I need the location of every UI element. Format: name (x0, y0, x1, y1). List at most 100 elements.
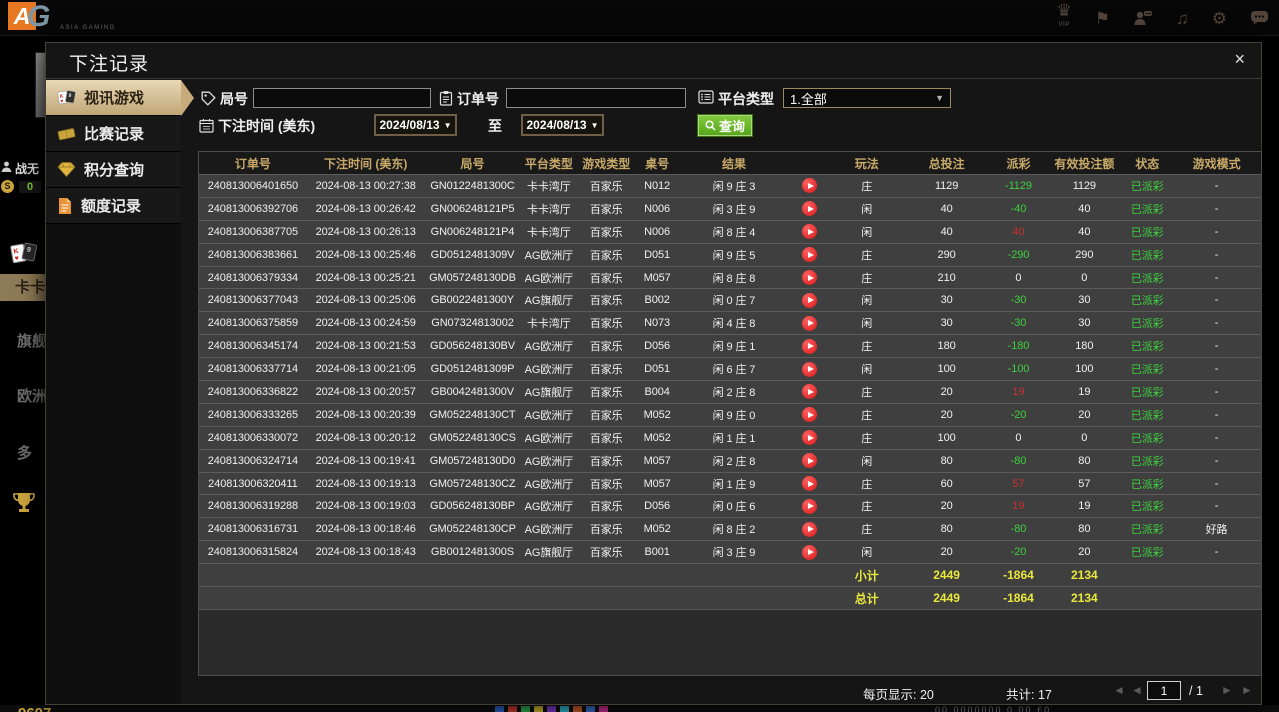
cell-game: 百家乐 (577, 267, 635, 289)
date-to-picker[interactable]: 2024/08/13 ▼ (521, 114, 604, 136)
replay-play-icon[interactable] (802, 270, 817, 285)
search-button[interactable]: 查询 (697, 114, 753, 137)
replay-play-icon[interactable] (802, 178, 817, 193)
cell-table_no: B004 (635, 381, 679, 403)
cell-result: 闲 6 庄 7 (679, 358, 789, 380)
cell-status: 已派彩 (1122, 518, 1172, 540)
cell-table_no: D051 (635, 358, 679, 380)
cell-result: 闲 9 庄 3 (679, 175, 789, 197)
replay-play-icon[interactable] (802, 545, 817, 560)
cell-total_bet: 290 (903, 244, 991, 266)
cell-mode: - (1172, 244, 1261, 266)
sidebar-item-quota-records[interactable]: 额度记录 (46, 188, 181, 224)
subtotal-label: 小计 (831, 564, 903, 586)
replay-play-icon[interactable] (802, 407, 817, 422)
replay-play-icon[interactable] (802, 339, 817, 354)
replay-play-icon[interactable] (802, 247, 817, 262)
prev-page-icon[interactable]: ◄ (1131, 683, 1143, 697)
gear-icon[interactable]: ⚙ (1212, 11, 1227, 26)
sidebar-item-label: 积分查询 (84, 159, 144, 180)
cell-mode: - (1172, 450, 1261, 472)
support-icon[interactable] (1133, 10, 1153, 26)
vip-crown-icon[interactable]: ♛VIP (1057, 3, 1072, 33)
table-row: 2408130063167312024-08-13 00:18:46GM0522… (199, 517, 1261, 540)
replay-play-icon[interactable] (802, 430, 817, 445)
replay-play-icon[interactable] (802, 499, 817, 514)
first-page-icon[interactable]: ◄ (1113, 683, 1125, 697)
replay-play-icon[interactable] (802, 316, 817, 331)
last-page-icon[interactable]: ► (1241, 683, 1253, 697)
logo-letter-g: G (27, 0, 50, 33)
cell-round: GB0022481300Y (425, 289, 521, 311)
table-row: 2408130063158242024-08-13 00:18:43GB0012… (199, 540, 1261, 563)
cell-result: 闲 3 庄 9 (679, 541, 789, 563)
cell-payout: 0 (991, 427, 1047, 449)
cell-time: 2024-08-13 00:25:21 (307, 267, 425, 289)
close-icon[interactable]: × (1234, 50, 1245, 68)
cell-payout: 19 (991, 381, 1047, 403)
cell-result: 闲 8 庄 4 (679, 221, 789, 243)
replay-play-icon[interactable] (802, 224, 817, 239)
cell-platform: AG欧洲厅 (520, 358, 577, 380)
replay-play-icon[interactable] (802, 201, 817, 216)
sidebar-item-label: 视讯游戏 (84, 87, 144, 108)
cell-valid_bet: 80 (1046, 518, 1122, 540)
cell-total_bet: 40 (903, 221, 991, 243)
cell-valid_bet: 1129 (1046, 175, 1122, 197)
cell-bet_type: 庄 (831, 473, 903, 495)
column-header: 派彩 (991, 152, 1047, 174)
table-row: 2408130063793342024-08-13 00:25:21GM0572… (199, 266, 1261, 289)
replay-play-icon[interactable] (802, 362, 817, 377)
cell-platform: AG欧洲厅 (520, 267, 577, 289)
flag-icon[interactable]: ⚑ (1095, 11, 1110, 26)
cell-payout: -30 (991, 312, 1047, 334)
music-icon[interactable]: ♫ (1176, 11, 1189, 26)
cell-result: 闲 1 庄 9 (679, 473, 789, 495)
sidebar-item-video-games[interactable]: K♥9 视讯游戏 (46, 80, 181, 116)
column-header: 平台类型 (520, 152, 577, 174)
sidebar-item-points-query[interactable]: 积分查询 (46, 152, 181, 188)
column-header: 订单号 (199, 152, 307, 174)
cell-valid_bet: 57 (1046, 473, 1122, 495)
cell-replay (789, 312, 831, 334)
date-from-picker[interactable]: 2024/08/13 ▼ (374, 114, 457, 136)
cell-round: GN07324813002 (425, 312, 521, 334)
lobby-menu-item-active: 卡卡 (0, 274, 45, 301)
cell-bet_type: 庄 (831, 381, 903, 403)
cell-mode: - (1172, 335, 1261, 357)
cell-round: GN006248121P4 (425, 221, 521, 243)
order-number-input[interactable] (506, 88, 686, 108)
ag-logo: AG ASIA GAMING (8, 2, 50, 34)
platform-type-select[interactable]: 1.全部 ▼ (783, 88, 951, 108)
replay-play-icon[interactable] (802, 476, 817, 491)
sidebar-item-match-records[interactable]: 比赛记录 (46, 116, 181, 152)
cell-time: 2024-08-13 00:21:05 (307, 358, 425, 380)
sidebar-item-label: 比赛记录 (84, 123, 144, 144)
cell-status: 已派彩 (1122, 221, 1172, 243)
replay-play-icon[interactable] (802, 453, 817, 468)
round-number-input[interactable] (253, 88, 431, 108)
cell-game: 百家乐 (577, 473, 635, 495)
cell-status: 已派彩 (1122, 473, 1172, 495)
table-row: 2408130063377142024-08-13 00:21:05GD0512… (199, 357, 1261, 380)
cell-order: 240813006337714 (199, 358, 307, 380)
cell-valid_bet: 30 (1046, 289, 1122, 311)
subtotal-payout: -1864 (991, 564, 1047, 586)
cell-round: GN006248121P5 (425, 198, 521, 220)
cell-table_no: B002 (635, 289, 679, 311)
cell-result: 闲 9 庄 0 (679, 404, 789, 426)
cell-time: 2024-08-13 00:19:13 (307, 473, 425, 495)
cell-replay (789, 358, 831, 380)
cell-platform: AG欧洲厅 (520, 427, 577, 449)
cell-round: GD056248130BP (425, 495, 521, 517)
replay-play-icon[interactable] (802, 293, 817, 308)
replay-play-icon[interactable] (802, 522, 817, 537)
cell-replay (789, 495, 831, 517)
next-page-icon[interactable]: ► (1221, 683, 1233, 697)
chat-icon[interactable] (1250, 10, 1269, 26)
page-number-input[interactable] (1147, 681, 1181, 700)
cell-platform: 卡卡湾厅 (520, 312, 577, 334)
cell-payout: -1129 (991, 175, 1047, 197)
replay-play-icon[interactable] (802, 384, 817, 399)
background-stats-text: 00 0000000 0 00 £0 (935, 705, 1051, 712)
